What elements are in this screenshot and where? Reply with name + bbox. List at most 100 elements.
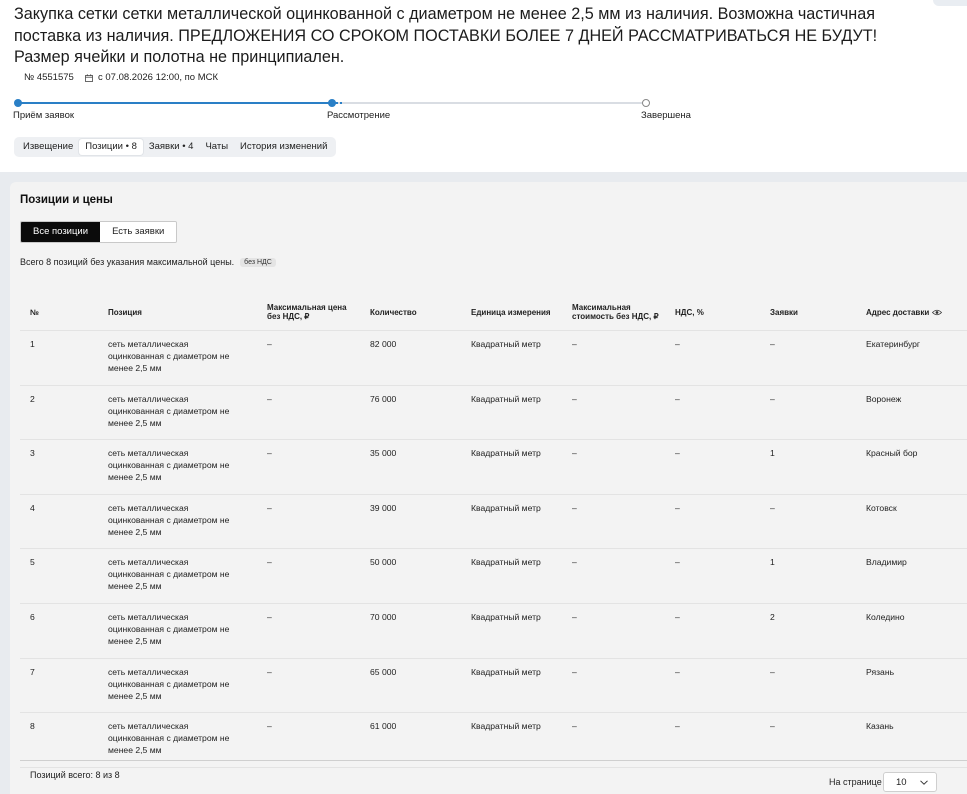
table-row[interactable]: 3 сеть металлическая оцинкованная с диаме… <box>20 440 967 495</box>
filter-all-button[interactable]: Все позиции <box>21 222 101 242</box>
cell-max-cost: – <box>572 666 577 677</box>
cell-unit: Квадратный метр <box>471 666 541 677</box>
cell-bids: – <box>770 502 775 513</box>
column-header: Заявки <box>770 294 850 330</box>
stage-dot <box>642 99 650 107</box>
cell-max-price: – <box>267 448 272 459</box>
cell-max-cost: – <box>572 611 577 622</box>
filter-with-bids-button[interactable]: Есть заявки <box>100 222 177 242</box>
vat-badge: без НДС <box>240 257 276 267</box>
per-page-label: На странице <box>829 777 882 787</box>
cell-bids: – <box>770 339 775 349</box>
cell-unit: Квадратный метр <box>471 502 541 513</box>
table-row[interactable]: 1 сеть металлическая оцинкованная с диаме… <box>20 331 967 386</box>
cell-position: сеть металлическая оцинкованная с диамет… <box>108 393 230 428</box>
per-page-select[interactable]: 10 <box>883 772 937 792</box>
tab-item[interactable]: Заявки • 4 <box>143 139 200 155</box>
procurement-header: Закупка сетки сетки металлической оцинко… <box>0 0 967 172</box>
cell-max-price: – <box>267 393 272 404</box>
cell-vat: – <box>675 339 680 349</box>
cell-qty: 76 000 <box>370 393 397 404</box>
cell-max-price: – <box>267 339 272 349</box>
cell-max-price: – <box>267 502 272 513</box>
cell-bids: – <box>770 393 775 404</box>
cell-max-cost: – <box>572 448 577 459</box>
cell-n: 6 <box>30 611 35 622</box>
cell-unit: Квадратный метр <box>471 393 541 404</box>
cell-bids: 1 <box>770 557 775 568</box>
stage-dot <box>328 99 336 107</box>
stage-label: Завершена <box>641 110 691 121</box>
column-header: НДС, % <box>675 294 755 330</box>
column-header: Максимальная стоимость без НДС, ₽ <box>572 294 667 330</box>
column-header-label: Максимальная цена без НДС, ₽ <box>267 303 347 321</box>
table-header: № Позиция Максимальная цена без НДС, ₽ Коли… <box>20 294 967 331</box>
cell-position: сеть металлическая оцинкованная с диамет… <box>108 666 230 701</box>
table-row[interactable]: 2 сеть металлическая оцинкованная с диаме… <box>20 386 967 441</box>
tab-item[interactable]: Извещение <box>17 139 79 155</box>
positions-table: № Позиция Максимальная цена без НДС, ₽ Коли… <box>20 294 967 768</box>
tab-item[interactable]: Позиции • 8 <box>79 139 143 155</box>
cell-max-price: – <box>267 611 272 622</box>
tab-item[interactable]: Чаты <box>199 139 234 155</box>
table-row[interactable]: 5 сеть металлическая оцинкованная с диаме… <box>20 549 967 604</box>
cell-max-cost: – <box>572 339 577 349</box>
per-page-value: 10 <box>896 776 907 788</box>
cell-qty: 35 000 <box>370 448 397 459</box>
table-row[interactable]: 4 сеть металлическая оцинкованная с диаме… <box>20 495 967 550</box>
cell-unit: Квадратный метр <box>471 339 541 349</box>
cell-vat: – <box>675 393 680 404</box>
cell-position: сеть металлическая оцинкованная с диамет… <box>108 502 230 537</box>
tab-item[interactable]: История изменений <box>234 139 333 155</box>
cell-vat: – <box>675 557 680 568</box>
stage-label: Рассмотрение <box>327 110 391 121</box>
procurement-date: с 07.08.2026 12:00, по МСК <box>85 72 218 83</box>
column-header-label: Адрес доставки <box>866 307 930 317</box>
cell-bids: 2 <box>770 611 775 622</box>
content-area: Позиции и цены Все позиции Есть заявки Вс… <box>0 172 967 794</box>
cell-position: сеть металлическая оцинкованная с диамет… <box>108 339 230 373</box>
filter-toggle: Все позиции Есть заявки <box>20 221 178 243</box>
column-header: Максимальная цена без НДС, ₽ <box>267 294 357 330</box>
cell-n: 1 <box>30 339 35 349</box>
cell-n: 3 <box>30 448 35 459</box>
column-header: Количество <box>370 294 460 330</box>
column-header-label: № <box>30 307 39 317</box>
cell-vat: – <box>675 666 680 677</box>
cell-position: сеть металлическая оцинкованная с диамет… <box>108 611 230 646</box>
progress-dotted <box>336 102 344 104</box>
cell-n: 2 <box>30 393 35 404</box>
table-row[interactable]: 7 сеть металлическая оцинкованная с диаме… <box>20 659 967 714</box>
summary: Всего 8 позиций без указания максимально… <box>20 257 276 267</box>
eye-icon[interactable] <box>932 309 943 316</box>
cell-address: Котовск <box>866 502 897 513</box>
positions-panel: Позиции и цены Все позиции Есть заявки Вс… <box>10 182 967 794</box>
summary-text: Всего 8 позиций без указания максимально… <box>20 257 235 267</box>
cell-n: 4 <box>30 502 35 513</box>
panel-title: Позиции и цены <box>20 194 113 206</box>
cell-max-price: – <box>267 666 272 677</box>
cell-qty: 65 000 <box>370 666 397 677</box>
table-row[interactable]: 6 сеть металлическая оцинкованная с диаме… <box>20 604 967 659</box>
cell-address: Воронеж <box>866 393 902 404</box>
cell-n: 7 <box>30 666 35 677</box>
column-header-label: Позиция <box>108 307 142 317</box>
status-progress: Приём заявок Рассмотрение Завершена <box>13 97 694 127</box>
cell-unit: Квадратный метр <box>471 721 541 732</box>
cell-max-cost: – <box>572 721 577 732</box>
stage-label: Приём заявок <box>13 110 75 121</box>
cell-bids: – <box>770 721 775 732</box>
cell-unit: Квадратный метр <box>471 448 541 459</box>
corner-button[interactable] <box>933 0 967 6</box>
cell-n: 8 <box>30 721 35 732</box>
column-header-label: Максимальная стоимость без НДС, ₽ <box>572 303 659 321</box>
column-header-label: Количество <box>370 307 417 317</box>
cell-vat: – <box>675 448 680 459</box>
date-text: с 07.08.2026 12:00, по МСК <box>98 72 219 83</box>
cell-qty: 82 000 <box>370 339 397 349</box>
column-header-label: Единица измерения <box>471 307 551 317</box>
cell-position: сеть металлическая оцинкованная с диамет… <box>108 448 230 483</box>
column-header-label: Заявки <box>770 307 798 317</box>
cell-qty: 50 000 <box>370 557 397 568</box>
cell-max-cost: – <box>572 502 577 513</box>
